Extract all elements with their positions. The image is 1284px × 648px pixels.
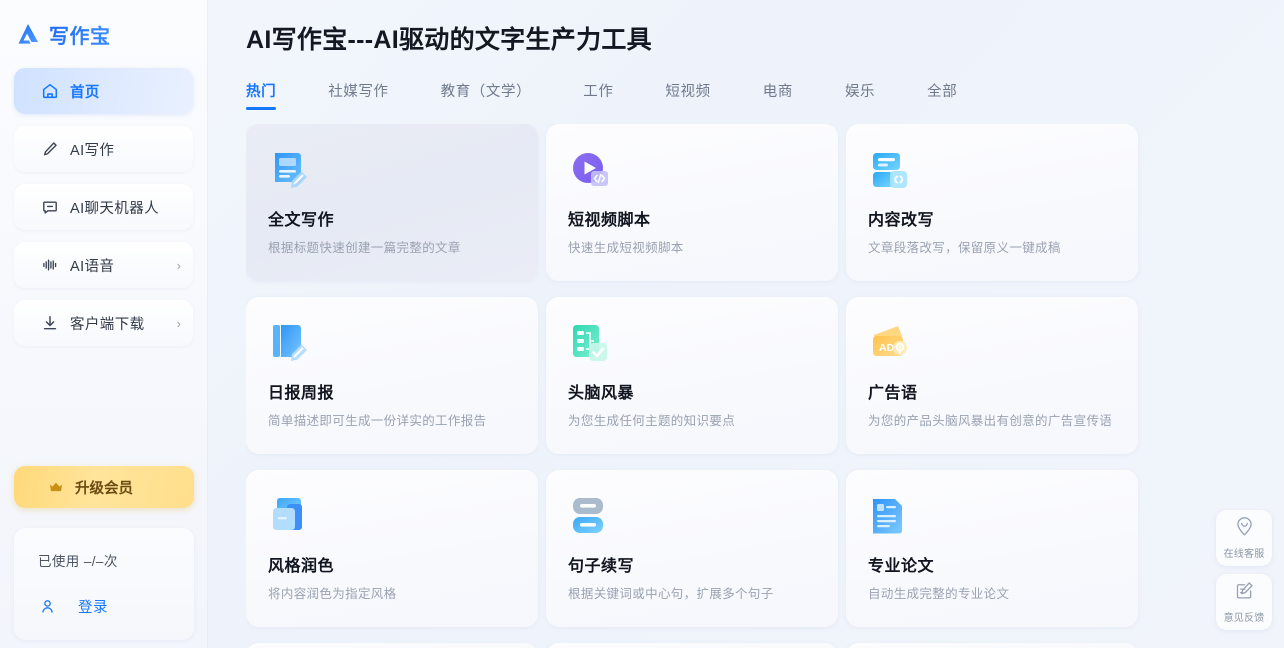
feedback-button[interactable]: 意见反馈	[1216, 574, 1272, 630]
notebook-pencil-icon	[268, 321, 313, 366]
home-icon	[40, 82, 59, 101]
tab-hot[interactable]: 热门	[246, 80, 277, 110]
feedback-label: 意见反馈	[1223, 613, 1265, 624]
sidebar-item-ai-writing[interactable]: AI写作	[14, 126, 193, 172]
waveform-icon	[40, 256, 59, 275]
sidebar-nav: 首页 AI写作 AI聊天机器人 AI语音 › 客户端下载 ›	[0, 68, 207, 346]
online-support-label: 在线客服	[1223, 549, 1265, 560]
tool-card-partial[interactable]	[546, 643, 838, 648]
layers-icon	[268, 494, 313, 539]
tool-card-partial[interactable]	[246, 643, 538, 648]
brand-name: 写作宝	[49, 20, 111, 49]
tool-card-desc: 文章段落改写，保留原义一键成稿	[868, 241, 1061, 255]
sidebar-item-label: AI写作	[70, 142, 115, 159]
tool-card-desc: 快速生成短视频脚本	[568, 241, 684, 255]
tool-card-desc: 简单描述即可生成一份详实的工作报告	[268, 414, 487, 428]
app-root: 写作宝 首页 AI写作 AI聊天机器人 AI语音 › 客户端下载 › 升级会员 …	[0, 0, 1284, 648]
tool-card-title: 专业论文	[868, 558, 935, 575]
tool-card-title: 头脑风暴	[568, 385, 635, 402]
sidebar-item-ai-voice[interactable]: AI语音 ›	[14, 242, 193, 288]
two-bars-icon	[568, 494, 613, 539]
tool-card-brainstorm[interactable]: 头脑风暴 为您生成任何主题的知识要点	[546, 297, 838, 454]
tool-card-title: 内容改写	[868, 212, 935, 229]
tool-card-partial[interactable]	[846, 643, 1138, 648]
tab-work[interactable]: 工作	[583, 80, 613, 110]
sidebar-item-label: AI聊天机器人	[70, 200, 159, 217]
usage-count-text: 已使用 –/–次	[38, 554, 118, 569]
tool-card-content-rewrite[interactable]: 内容改写 文章段落改写，保留原义一键成稿	[846, 124, 1138, 281]
floating-actions: 在线客服 意见反馈	[1216, 510, 1272, 630]
page-title: AI写作宝---AI驱动的文字生产力工具	[246, 26, 652, 54]
tool-card-title: 风格润色	[268, 558, 335, 575]
online-support-button[interactable]: 在线客服	[1216, 510, 1272, 566]
ad-card-icon: AD	[868, 321, 913, 366]
paper-doc-icon	[868, 494, 913, 539]
tab-education-literature[interactable]: 教育（文学）	[441, 80, 532, 110]
tool-card-short-video-script[interactable]: 短视频脚本 快速生成短视频脚本	[546, 124, 838, 281]
tab-ecommerce[interactable]: 电商	[763, 80, 793, 110]
svg-text:AD: AD	[879, 342, 895, 354]
tab-entertainment[interactable]: 娱乐	[845, 80, 875, 110]
smile-pin-icon	[1234, 516, 1255, 542]
sidebar-item-label: AI语音	[70, 258, 115, 275]
tool-card-title: 短视频脚本	[568, 212, 651, 229]
download-icon	[40, 314, 59, 333]
tool-card-title: 日报周报	[268, 385, 335, 402]
sidebar-item-label: 客户端下载	[70, 316, 145, 333]
usage-card: 已使用 –/–次 登录	[14, 528, 194, 640]
tool-card-daily-weekly-report[interactable]: 日报周报 简单描述即可生成一份详实的工作报告	[246, 297, 538, 454]
main-content: AI写作宝---AI驱动的文字生产力工具 热门 社媒写作 教育（文学） 工作 短…	[208, 0, 1284, 648]
category-tabs: 热门 社媒写作 教育（文学） 工作 短视频 电商 娱乐 全部	[246, 76, 1284, 110]
tool-card-desc: 自动生成完整的专业论文	[868, 587, 1010, 601]
sidebar-item-client-download[interactable]: 客户端下载 ›	[14, 300, 193, 346]
tab-all[interactable]: 全部	[927, 80, 957, 110]
rewrite-blocks-icon	[868, 148, 913, 193]
sidebar-item-label: 首页	[70, 84, 100, 101]
tab-short-video[interactable]: 短视频	[665, 80, 710, 110]
upgrade-label: 升级会员	[75, 480, 133, 497]
crown-icon	[46, 478, 65, 497]
user-icon	[38, 597, 57, 616]
tool-card-desc: 为您的产品头脑风暴出有创意的广告宣传语	[868, 414, 1113, 428]
edit-note-icon	[1234, 580, 1255, 606]
chevron-right-icon: ›	[176, 257, 181, 273]
login-label: 登录	[78, 600, 108, 616]
brand-logo[interactable]: 写作宝	[0, 0, 207, 52]
tool-card-ad-copy[interactable]: AD 广告语 为您的产品头脑风暴出有创意的广告宣传语	[846, 297, 1138, 454]
login-button[interactable]: 登录	[38, 596, 194, 617]
tool-card-professional-thesis[interactable]: 专业论文 自动生成完整的专业论文	[846, 470, 1138, 627]
tool-card-desc: 为您生成任何主题的知识要点	[568, 414, 736, 428]
mindmap-check-icon	[568, 321, 613, 366]
tool-card-title: 全文写作	[268, 212, 335, 229]
sidebar-item-ai-chatbot[interactable]: AI聊天机器人	[14, 184, 193, 230]
logo-triangle-icon	[16, 22, 42, 46]
tool-card-desc: 根据关键词或中心句，扩展多个句子	[568, 587, 774, 601]
play-code-icon	[568, 148, 613, 193]
tool-cards-scroll-area[interactable]: 全文写作 根据标题快速创建一篇完整的文章 短视频脚本 快速生成短视频脚本 内容改…	[246, 124, 1284, 648]
tool-card-desc: 根据标题快速创建一篇完整的文章	[268, 241, 461, 255]
tool-card-full-article[interactable]: 全文写作 根据标题快速创建一篇完整的文章	[246, 124, 538, 281]
tab-social-media-writing[interactable]: 社媒写作	[328, 80, 388, 110]
tool-card-style-polish[interactable]: 风格润色 将内容润色为指定风格	[246, 470, 538, 627]
upgrade-membership-button[interactable]: 升级会员	[14, 466, 194, 508]
tool-card-title: 句子续写	[568, 558, 635, 575]
document-pencil-icon	[268, 148, 313, 193]
tool-card-sentence-continuation[interactable]: 句子续写 根据关键词或中心句，扩展多个句子	[546, 470, 838, 627]
pencil-icon	[40, 140, 59, 159]
tool-card-desc: 将内容润色为指定风格	[268, 587, 397, 601]
sidebar-item-home[interactable]: 首页	[14, 68, 193, 114]
chevron-right-icon: ›	[176, 315, 181, 331]
chat-minus-icon	[40, 198, 59, 217]
tool-card-title: 广告语	[868, 385, 918, 402]
sidebar: 写作宝 首页 AI写作 AI聊天机器人 AI语音 › 客户端下载 › 升级会员 …	[0, 0, 208, 648]
tool-cards-grid: 全文写作 根据标题快速创建一篇完整的文章 短视频脚本 快速生成短视频脚本 内容改…	[246, 124, 1284, 648]
